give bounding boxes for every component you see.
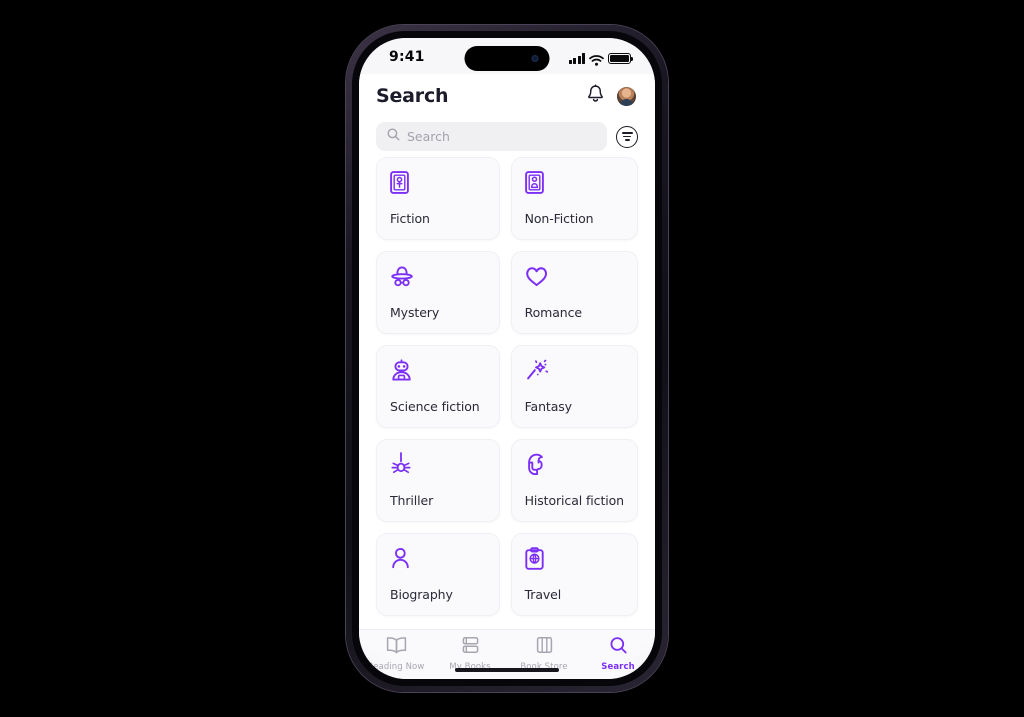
bookshelf-icon bbox=[534, 636, 555, 659]
front-camera-icon bbox=[531, 55, 539, 62]
battery-icon bbox=[608, 52, 634, 64]
open-book-icon bbox=[386, 636, 407, 659]
magnifier-icon bbox=[387, 128, 400, 146]
header-actions bbox=[587, 84, 636, 108]
dynamic-island bbox=[464, 46, 550, 71]
category-label: Mystery bbox=[390, 305, 440, 320]
category-label: Fiction bbox=[390, 211, 430, 226]
double-heart-icon bbox=[525, 264, 624, 288]
stacked-books-icon bbox=[460, 636, 481, 659]
magnifier-icon bbox=[608, 636, 629, 659]
filter-lines-circle-icon[interactable] bbox=[616, 125, 638, 148]
wifi-icon bbox=[589, 53, 604, 66]
tab-label: Reading Now bbox=[367, 662, 425, 672]
category-card-romance[interactable]: Romance bbox=[510, 251, 638, 334]
search-placeholder: Search bbox=[407, 129, 450, 144]
search-input[interactable]: Search bbox=[376, 122, 607, 151]
spartan-helmet-icon bbox=[525, 452, 624, 476]
home-indicator bbox=[455, 668, 559, 672]
avatar[interactable] bbox=[617, 86, 636, 106]
category-label: Travel bbox=[524, 587, 562, 602]
category-card-thriller[interactable]: Thriller bbox=[376, 439, 500, 522]
category-card-science-fiction[interactable]: Science fiction bbox=[376, 345, 500, 428]
tab-book-store[interactable]: Book Store bbox=[507, 636, 581, 672]
category-label: Thriller bbox=[390, 493, 434, 508]
cellular-signal-icon bbox=[568, 53, 585, 64]
nonfiction-book-icon bbox=[524, 170, 624, 194]
category-label: Fantasy bbox=[524, 399, 573, 414]
detective-hat-icon bbox=[390, 264, 486, 288]
clipboard-globe-icon bbox=[524, 546, 624, 570]
category-label: Romance bbox=[524, 305, 583, 320]
tab-my-books[interactable]: My Books bbox=[433, 636, 507, 672]
bell-icon[interactable] bbox=[587, 84, 604, 108]
category-card-fantasy[interactable]: Fantasy bbox=[510, 345, 638, 428]
category-card-non-fiction[interactable]: Non-Fiction bbox=[510, 157, 638, 240]
category-card-historical-fiction[interactable]: Historical fiction bbox=[510, 439, 638, 522]
status-bar-indicators bbox=[568, 48, 634, 66]
spider-icon bbox=[390, 452, 486, 476]
status-bar: 9:41 bbox=[359, 38, 655, 74]
person-portrait-icon bbox=[390, 546, 486, 570]
category-card-mystery[interactable]: Mystery bbox=[376, 251, 500, 334]
category-label: Historical fiction bbox=[524, 493, 625, 508]
category-card-fiction[interactable]: Fiction bbox=[376, 157, 500, 240]
category-label: Biography bbox=[390, 587, 453, 602]
tab-label: Search bbox=[601, 662, 635, 672]
phone-screen: 9:41 Search Search Fiction Non-Fiction M… bbox=[359, 38, 655, 679]
page-title: Search bbox=[376, 85, 449, 107]
tab-reading-now[interactable]: Reading Now bbox=[359, 636, 433, 672]
category-card-travel[interactable]: Travel bbox=[510, 533, 638, 616]
category-label: Non-Fiction bbox=[524, 211, 594, 226]
tab-search[interactable]: Search bbox=[581, 636, 655, 672]
app-header: Search bbox=[359, 74, 655, 118]
category-grid: Fiction Non-Fiction Mystery Romance Scie… bbox=[359, 157, 655, 616]
category-grid-scroll[interactable]: Fiction Non-Fiction Mystery Romance Scie… bbox=[359, 157, 655, 629]
category-card-biography[interactable]: Biography bbox=[376, 533, 500, 616]
robot-icon bbox=[390, 358, 486, 382]
status-bar-time: 9:41 bbox=[389, 49, 425, 65]
category-label: Science fiction bbox=[390, 399, 480, 414]
magic-wand-icon bbox=[525, 358, 624, 382]
fiction-book-icon bbox=[390, 170, 486, 194]
